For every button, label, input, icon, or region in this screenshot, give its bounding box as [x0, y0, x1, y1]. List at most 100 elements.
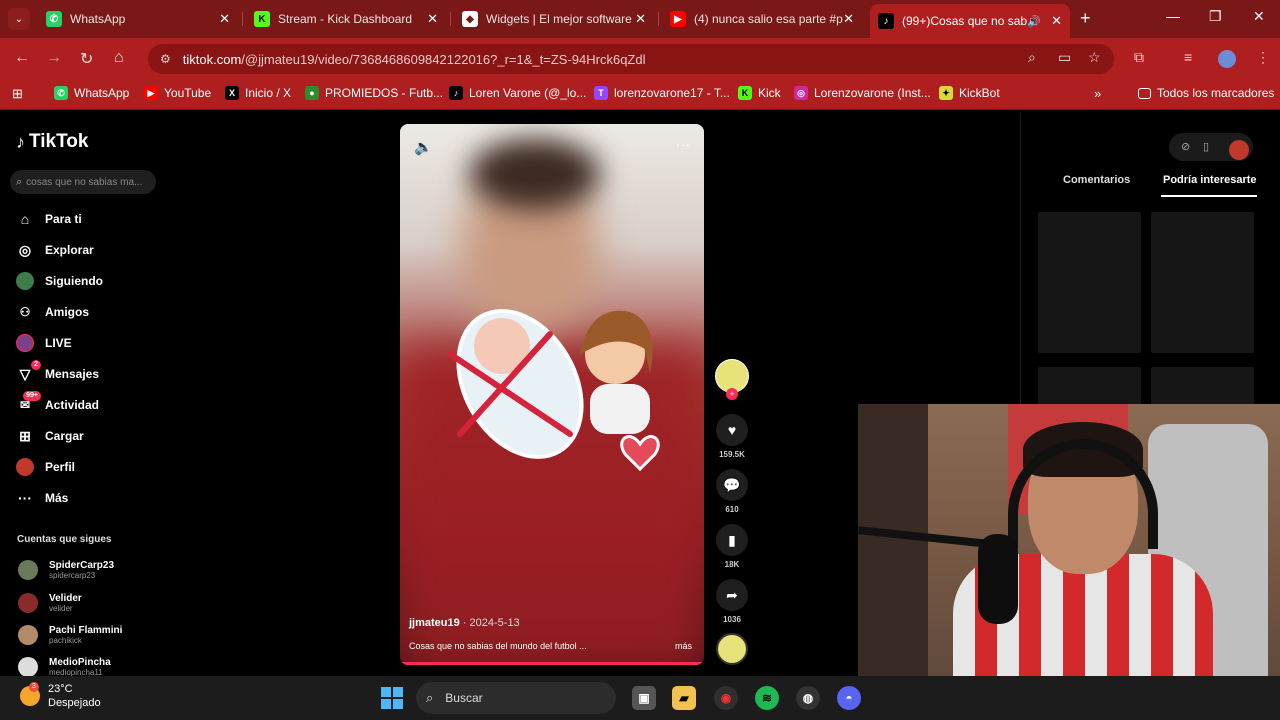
tab-comentarios[interactable]: Comentarios	[1063, 174, 1130, 186]
obs-icon[interactable]: ◍	[796, 686, 820, 710]
tiktok-logo[interactable]: ♪ TikTok	[16, 131, 88, 153]
nav-mensajes[interactable]: ▽ 2 Mensajes	[16, 360, 99, 383]
bookmark-instagram[interactable]: ◎ Lorenzovarone (Inst...	[794, 86, 931, 100]
nav-siguiendo[interactable]: Siguiendo	[16, 272, 103, 290]
suggested-video-thumb[interactable]	[1038, 212, 1141, 353]
nav-para-ti[interactable]: ⌂ Para ti	[16, 210, 82, 228]
tab-separator	[242, 12, 243, 26]
following-account[interactable]: Pachi Flammini pachikick	[18, 625, 122, 645]
extensions-icon[interactable]: ⧉	[1134, 49, 1144, 66]
home-icon: ⌂	[20, 211, 30, 227]
music-disc-avatar[interactable]	[716, 633, 748, 665]
new-tab-button[interactable]: +	[1080, 8, 1091, 29]
save-action[interactable]: ▮ 18K	[716, 524, 748, 569]
start-button[interactable]	[381, 687, 403, 709]
following-account[interactable]: SpiderCarp23 spidercarp23	[18, 560, 114, 580]
bookmark-loren-tiktok[interactable]: ♪ Loren Varone (@_lo...	[449, 86, 586, 100]
video-more-link[interactable]: más	[675, 641, 692, 651]
tab-kick-dashboard[interactable]: K Stream - Kick Dashboard ✕	[246, 6, 446, 32]
video-progress-bar[interactable]	[400, 662, 704, 665]
bookmark-icon[interactable]: ▮	[716, 524, 748, 556]
close-tab-icon[interactable]: ✕	[427, 11, 438, 27]
close-tab-icon[interactable]: ✕	[1051, 13, 1062, 29]
device-icon[interactable]: ▯	[1203, 140, 1209, 153]
close-tab-icon[interactable]: ✕	[219, 11, 230, 27]
nav-mas[interactable]: ··· Más	[16, 489, 68, 507]
url-path: /@jjmateu19/video/7368468609842122016?_r…	[241, 51, 646, 67]
share-action[interactable]: ➦ 1036	[716, 579, 748, 624]
bookmark-x[interactable]: X Inicio / X	[225, 86, 291, 100]
reload-icon[interactable]: ↻	[80, 49, 93, 69]
volume-icon[interactable]: 🔈	[414, 138, 433, 156]
bookmark-youtube[interactable]: ▶ YouTube	[144, 86, 211, 100]
minimize-button[interactable]: —	[1166, 8, 1180, 24]
heart-sticker	[620, 435, 660, 472]
more-bookmarks-chevron-icon[interactable]: »	[1094, 86, 1101, 101]
discover-icon[interactable]: ⊘	[1181, 140, 1190, 153]
taskbar-search[interactable]: ⌕ Buscar	[416, 682, 616, 714]
share-icon[interactable]: ➦	[716, 579, 748, 611]
spotify-icon[interactable]: ≋	[755, 686, 779, 710]
bookmark-label: WhatsApp	[74, 86, 130, 100]
tab-podria-interesarte[interactable]: Podría interesarte	[1163, 174, 1257, 186]
site-info-icon[interactable]: ⚙	[160, 52, 171, 66]
nav-amigos[interactable]: ⚇ Amigos	[16, 303, 89, 321]
apps-grid-icon[interactable]: ⊞	[12, 86, 23, 102]
video-more-icon[interactable]: ···	[676, 136, 690, 152]
task-view-icon[interactable]: ▣	[632, 686, 656, 710]
nav-perfil[interactable]: Perfil	[16, 458, 75, 476]
tab-widgets[interactable]: ◆ Widgets | El mejor software ✕	[454, 6, 654, 32]
file-explorer-icon[interactable]: ▰	[672, 686, 696, 710]
bookmark-kickbot[interactable]: ✦ KickBot	[939, 86, 1000, 100]
user-avatar[interactable]	[1229, 140, 1249, 160]
bookmark-promiedos[interactable]: ● PROMIEDOS - Futb...	[305, 86, 443, 100]
restore-button[interactable]: ❐	[1209, 8, 1222, 25]
tab-tiktok[interactable]: ♪ (99+)Cosas que no sabia 🔊 ✕	[870, 4, 1070, 38]
video-player[interactable]: 🔈 ··· jjmateu19 · 2024-5-13 Cosas que no…	[400, 124, 704, 665]
chrome-icon[interactable]: ◉	[714, 686, 738, 710]
weather-widget[interactable]: 3 23°C Despejado	[20, 682, 101, 710]
bookmark-twitch[interactable]: Tlorenzovarone17 - T...	[594, 86, 730, 100]
video-username: jjmateu19	[409, 617, 460, 629]
tab-whatsapp[interactable]: ✆ WhatsApp ✕	[38, 6, 238, 32]
zoom-search-icon[interactable]: ⌕	[1028, 49, 1036, 66]
bookmark-kick[interactable]: K Kick	[738, 86, 781, 100]
back-icon[interactable]: ←	[14, 49, 30, 67]
close-tab-icon[interactable]: ✕	[843, 11, 854, 27]
account-handle: spidercarp23	[49, 571, 96, 580]
nav-live[interactable]: LIVE	[16, 334, 72, 352]
media-control-icon[interactable]: ≡	[1184, 49, 1192, 65]
like-action[interactable]: ♥ 159.5K	[716, 414, 748, 459]
video-author-line[interactable]: jjmateu19 · 2024-5-13	[409, 617, 520, 629]
home-icon[interactable]: ⌂	[114, 49, 124, 67]
follow-plus-icon[interactable]: +	[726, 388, 738, 400]
weather-sun-icon: 3	[20, 682, 40, 706]
speaker-icon[interactable]: 🔊	[1027, 15, 1041, 28]
comment-action[interactable]: 💬 610	[716, 469, 748, 514]
address-bar[interactable]: ⚙ tiktok.com/@jjmateu19/video/7368468609…	[148, 44, 1114, 74]
forward-icon[interactable]: →	[46, 49, 62, 67]
discord-icon[interactable]: ◓	[837, 686, 861, 710]
nav-actividad[interactable]: ✉ 99+ Actividad	[16, 391, 99, 414]
tab-youtube[interactable]: ▶ (4) nunca salio esa parte #pc ✕	[662, 6, 862, 32]
cast-icon[interactable]: ▭	[1058, 49, 1071, 66]
following-account[interactable]: MedioPincha mediopincha11	[18, 657, 111, 677]
all-bookmarks-folder[interactable]: Todos los marcadores	[1138, 86, 1274, 100]
profile-avatar-icon[interactable]	[1218, 50, 1236, 68]
youtube-icon: ▶	[144, 86, 158, 100]
suggested-video-thumb[interactable]	[1151, 212, 1254, 353]
nav-cargar[interactable]: ⊞ Cargar	[16, 427, 84, 445]
bookmark-label: Kick	[758, 86, 781, 100]
tab-search-menu-button[interactable]: ⌄	[8, 8, 30, 30]
bookmark-star-icon[interactable]: ☆	[1088, 49, 1101, 66]
heart-icon[interactable]: ♥	[716, 414, 748, 446]
following-account[interactable]: Velider velider	[18, 593, 82, 613]
close-tab-icon[interactable]: ✕	[635, 11, 646, 27]
bookmark-whatsapp[interactable]: ✆ WhatsApp	[54, 86, 129, 100]
search-input[interactable]: ⌕ cosas que no sabias ma...	[10, 170, 156, 194]
comment-icon[interactable]: 💬	[716, 469, 748, 501]
close-window-button[interactable]: ✕	[1253, 8, 1265, 25]
nav-explorar[interactable]: ◎ Explorar	[16, 241, 94, 259]
menu-kebab-icon[interactable]: ⋮	[1256, 49, 1270, 66]
more-icon: ···	[18, 490, 32, 506]
